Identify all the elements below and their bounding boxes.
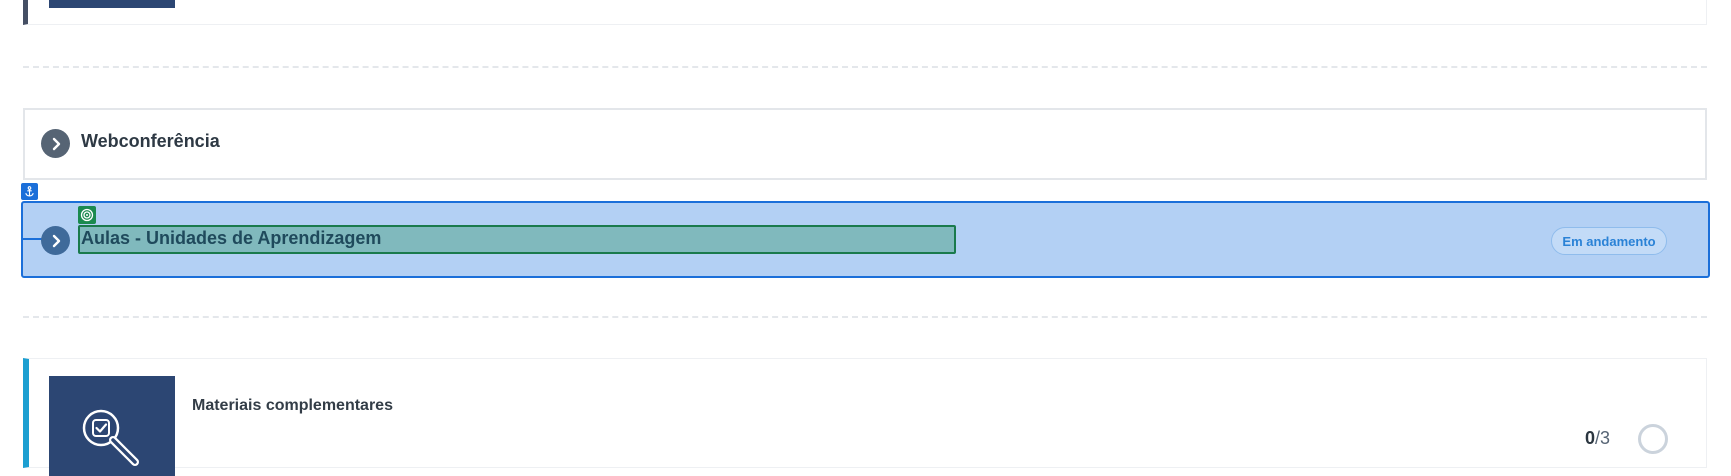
progress-ring-icon	[1638, 424, 1668, 454]
previous-activity-card[interactable]	[23, 0, 1707, 25]
progress-done: 0	[1585, 428, 1596, 448]
section-divider	[23, 316, 1707, 318]
section-webconferencia[interactable]	[23, 108, 1707, 180]
chevron-right-icon[interactable]	[41, 226, 70, 255]
section-divider	[23, 66, 1707, 68]
status-badge: Em andamento	[1551, 227, 1667, 255]
activity-thumbnail	[49, 0, 175, 8]
anchor-icon	[21, 183, 38, 200]
progress-total: /3	[1595, 428, 1611, 448]
target-icon	[78, 206, 96, 224]
section-title: Webconferência	[81, 131, 220, 151]
activity-title: Materiais complementares	[192, 397, 393, 414]
section-title: Aulas - Unidades de Aprendizagem	[81, 228, 382, 248]
magnifier-check-icon	[49, 376, 175, 476]
chevron-right-icon[interactable]	[41, 129, 70, 158]
selection-connector	[21, 238, 43, 240]
activity-progress: 0/3	[1585, 428, 1610, 449]
